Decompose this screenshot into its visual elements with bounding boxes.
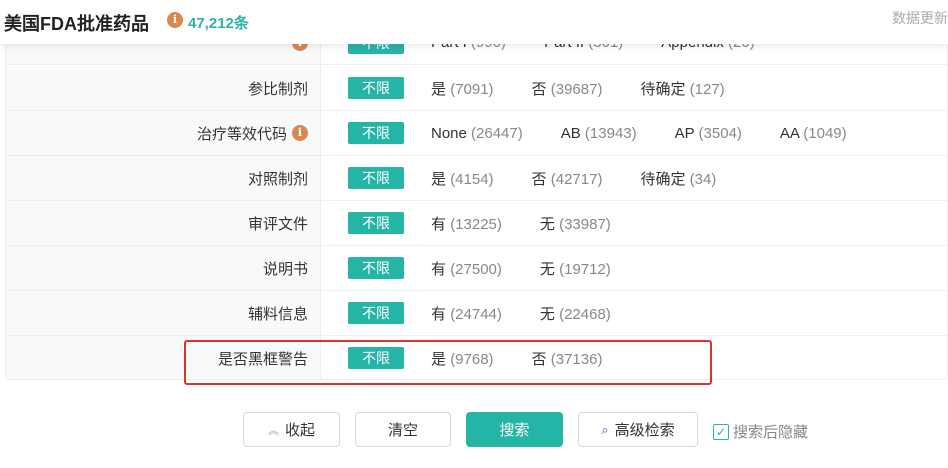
unlimited-tag[interactable]: 不限 — [348, 167, 404, 189]
filter-option[interactable]: AB (13943) — [561, 125, 637, 142]
filter-label: 参比制剂 — [6, 66, 321, 110]
filter-option[interactable]: 待确定 (34) — [640, 168, 716, 189]
filter-option[interactable]: 是 (4154) — [431, 168, 494, 189]
filter-row: 参比制剂 不限 是 (7091) 否 (39687) 待确定 (127) — [6, 66, 947, 111]
unlimited-tag[interactable]: 不限 — [348, 212, 404, 234]
check-icon: ✓ — [713, 423, 729, 440]
filter-option[interactable]: 无 (33987) — [540, 213, 611, 234]
filter-label: 说明书 — [6, 246, 321, 290]
advanced-search-icon: ⌕ — [601, 421, 609, 437]
collapse-button[interactable]: ︽ 收起 — [243, 412, 340, 447]
search-button[interactable]: 搜索 — [466, 412, 563, 447]
info-icon[interactable]: i — [292, 125, 308, 141]
unlimited-tag[interactable]: 不限 — [348, 77, 404, 99]
page-title: 美国FDA批准药品 — [4, 14, 149, 34]
chevron-up-icon: ︽ — [267, 424, 279, 437]
filter-option[interactable]: 无 (19712) — [540, 258, 611, 279]
result-count: 47,212条 — [188, 15, 249, 32]
clear-button[interactable]: 清空 — [355, 412, 451, 447]
filter-option[interactable]: AP (3504) — [675, 125, 742, 142]
advanced-search-button[interactable]: ⌕ 高级检索 — [578, 412, 698, 447]
filter-label: 对照制剂 — [6, 156, 321, 200]
unlimited-tag[interactable]: 不限 — [348, 122, 404, 144]
filter-table: i不限Part I (990)Part II (301)Appendix (20… — [5, 20, 948, 380]
data-update-link[interactable]: 数据更新 — [892, 8, 948, 28]
filter-row: 审评文件 不限 有 (13225) 无 (33987) — [6, 201, 947, 246]
unlimited-tag[interactable]: 不限 — [348, 257, 404, 279]
filter-option[interactable]: 有 (27500) — [431, 258, 502, 279]
filter-row: 辅料信息 不限 有 (24744) 无 (22468) — [6, 291, 947, 336]
hide-after-search-checkbox[interactable]: ✓ 搜索后隐藏 — [713, 421, 808, 442]
unlimited-tag[interactable]: 不限 — [348, 302, 404, 324]
filter-option[interactable]: None (26447) — [431, 125, 523, 142]
filter-option[interactable]: 有 (13225) — [431, 213, 502, 234]
highlight-box — [184, 340, 712, 385]
filter-label: 治疗等效代码 i — [6, 111, 321, 155]
filter-row: 对照制剂 不限 是 (4154) 否 (42717) 待确定 (34) — [6, 156, 947, 201]
filter-label: 审评文件 — [6, 201, 321, 245]
filter-row: 说明书 不限 有 (27500) 无 (19712) — [6, 246, 947, 291]
page-header: 美国FDA批准药品 i 47,212条 数据更新 — [0, 0, 948, 44]
filter-label: 辅料信息 — [6, 291, 321, 335]
filter-row: 治疗等效代码 i 不限 None (26447) AB (13943) AP (3504)… — [6, 111, 947, 156]
filter-option[interactable]: 否 (39687) — [532, 78, 603, 99]
filter-option[interactable]: 有 (24744) — [431, 303, 502, 324]
filter-option[interactable]: 待确定 (127) — [640, 78, 724, 99]
filter-option[interactable]: 否 (42717) — [532, 168, 603, 189]
filter-option[interactable]: AA (1049) — [780, 125, 847, 142]
filter-option[interactable]: 是 (7091) — [431, 78, 494, 99]
filter-option[interactable]: 无 (22468) — [540, 303, 611, 324]
info-icon[interactable]: i — [167, 12, 183, 28]
